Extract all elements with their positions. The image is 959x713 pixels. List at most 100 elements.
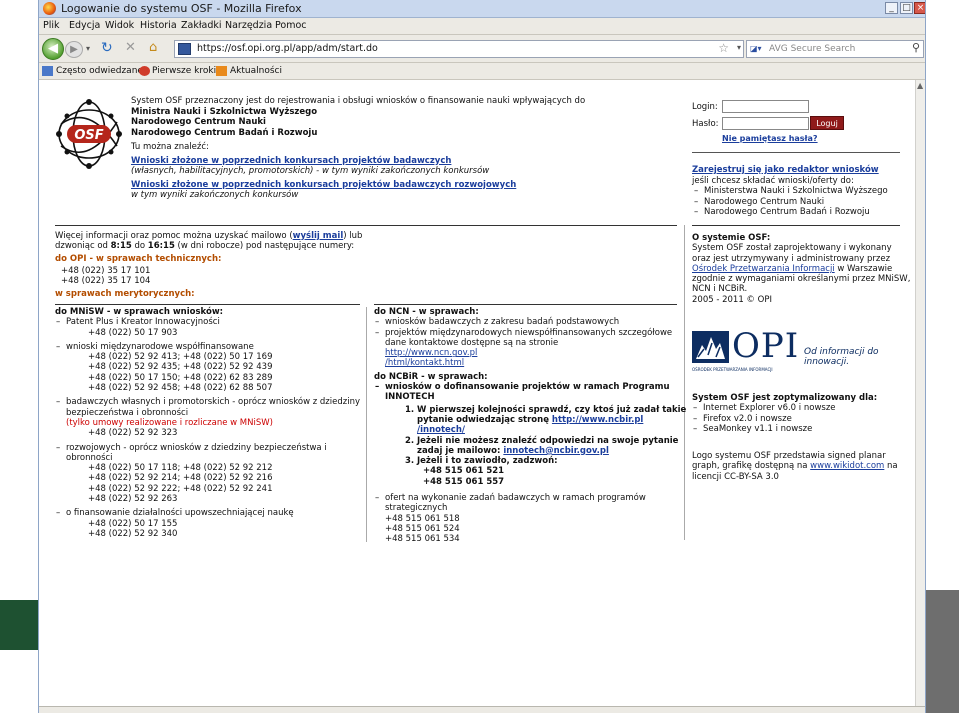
time-from: 8:15 bbox=[110, 241, 132, 252]
password-input[interactable] bbox=[722, 117, 809, 130]
logo-note: Logo systemu OSF przedstawia signed plan… bbox=[692, 451, 912, 482]
step-number: 2. bbox=[405, 435, 415, 446]
ncbir-innotech-link[interactable]: http://www.ncbir.pl bbox=[552, 415, 643, 425]
tech-support-heading: do OPI - w sprawach technicznych: bbox=[55, 253, 222, 264]
url-text[interactable]: https://osf.opi.org.pl/app/adm/start.do bbox=[197, 43, 378, 54]
avg-search-icon[interactable]: ◪▾ bbox=[750, 44, 763, 55]
phone-line: +48 515 061 524 bbox=[385, 523, 460, 534]
osf-logo: OSF bbox=[56, 99, 122, 169]
about-heading: O systemie OSF: bbox=[692, 233, 771, 243]
mnisw-item: Patent Plus i Kreator Innowacyjności +48… bbox=[55, 317, 360, 338]
password-label: Hasło: bbox=[692, 119, 719, 129]
url-bar[interactable]: https://osf.opi.org.pl/app/adm/start.do … bbox=[174, 40, 744, 58]
mnisw-item-title: rozwojowych - oprócz wniosków z dziedzin… bbox=[66, 442, 327, 463]
mnisw-heading: do MNiSW - w sprawach wniosków: bbox=[55, 307, 224, 317]
background-slide-left bbox=[0, 600, 40, 650]
rss-icon bbox=[216, 66, 227, 76]
scroll-up-icon[interactable]: ▲ bbox=[917, 81, 923, 90]
browser-window: Logowanie do systemu OSF - Mozilla Firef… bbox=[38, 0, 926, 713]
search-box[interactable]: ◪▾ AVG Secure Search ⚲ bbox=[746, 40, 924, 58]
bookmark-most-visited[interactable]: Często odwiedzane bbox=[56, 66, 143, 76]
search-placeholder[interactable]: AVG Secure Search bbox=[769, 44, 855, 54]
bookmark-star-icon[interactable]: ☆ bbox=[718, 41, 729, 55]
menu-history[interactable]: Historia bbox=[140, 20, 177, 31]
ncbir-item-title: ofert na wykonanie zadań badawczych w ra… bbox=[385, 493, 646, 514]
minimize-button[interactable]: _ bbox=[885, 2, 898, 14]
phone-line: +48 (022) 50 17 150; +48 (022) 62 83 289 bbox=[88, 372, 273, 383]
menu-file[interactable]: Plik bbox=[43, 20, 60, 31]
forward-button[interactable]: ▶ bbox=[65, 41, 83, 58]
forgot-password-link[interactable]: Nie pamiętasz hasła? bbox=[722, 134, 818, 143]
phone-line: +48 515 061 557 bbox=[423, 476, 505, 487]
phone-line: +48 515 061 521 bbox=[423, 466, 505, 477]
bookmark-getting-started[interactable]: Pierwsze kroki bbox=[152, 66, 216, 76]
stop-icon[interactable]: ✕ bbox=[125, 40, 136, 56]
previous-research-link[interactable]: Wnioski złożone w poprzednich konkursach… bbox=[131, 156, 451, 166]
ncbir-innotech-link-path[interactable]: /innotech/ bbox=[417, 425, 465, 435]
register-note: jeśli chcesz składać wnioski/oferty do: bbox=[692, 175, 854, 186]
ncbir-mail-link[interactable]: innotech@ncbir.gov.pl bbox=[503, 446, 609, 456]
login-button[interactable]: Loguj bbox=[810, 116, 844, 130]
site-identity-icon[interactable] bbox=[178, 43, 191, 55]
register-link[interactable]: Zarejestruj się jako redaktor wniosków bbox=[692, 165, 879, 175]
step-number: 1. bbox=[405, 404, 415, 415]
copyright: 2005 - 2011 © OPI bbox=[692, 294, 772, 305]
menu-bar: Plik Edycja Widok Historia Zakładki Narz… bbox=[39, 18, 925, 35]
opi-link[interactable]: Ośrodek Przetwarzania Informacji bbox=[692, 264, 835, 274]
previous-development-link[interactable]: Wnioski złożone w poprzednich konkursach… bbox=[131, 180, 516, 190]
divider bbox=[692, 225, 900, 226]
close-button[interactable]: × bbox=[914, 2, 925, 14]
maximize-button[interactable]: □ bbox=[900, 2, 913, 14]
url-dropdown-icon[interactable]: ▾ bbox=[737, 43, 741, 52]
status-bar bbox=[39, 706, 925, 713]
contact-text: do bbox=[131, 241, 148, 252]
menu-bookmarks[interactable]: Zakładki bbox=[181, 20, 222, 31]
reload-icon[interactable]: ↻ bbox=[101, 40, 113, 56]
login-input[interactable] bbox=[722, 100, 809, 113]
phone-line: +48 (022) 52 92 413; +48 (022) 50 17 169 bbox=[88, 352, 273, 363]
wikidot-link[interactable]: www.wikidot.com bbox=[810, 461, 884, 471]
bookmark-folder-icon bbox=[42, 66, 53, 76]
phone-line: +48 (022) 52 92 323 bbox=[88, 428, 178, 439]
tech-phone: +48 (022) 35 17 104 bbox=[61, 276, 151, 287]
opi-logo: OPI Od informacji do innowacji. OŚRODEK … bbox=[692, 326, 902, 372]
back-button[interactable]: ◀ bbox=[42, 38, 64, 60]
browser-item: Firefox v2.0 i nowsze bbox=[692, 414, 912, 425]
phone-line: +48 (022) 50 17 155 bbox=[88, 518, 178, 529]
phone-line: +48 (022) 50 17 118; +48 (022) 52 92 212 bbox=[88, 463, 273, 474]
firefox-icon bbox=[43, 2, 56, 15]
browser-item: SeaMonkey v1.1 i nowsze bbox=[692, 424, 912, 435]
mnisw-item: badawczych własnych i promotorskich - op… bbox=[55, 397, 360, 438]
ministry-name: Narodowego Centrum Nauki bbox=[131, 117, 266, 127]
search-icon[interactable]: ⚲ bbox=[912, 41, 920, 54]
contact-text: (w dni robocze) pod następujące numery: bbox=[174, 241, 355, 252]
step-text: Jeżeli i to zawiodło, zadzwoń: bbox=[417, 456, 558, 467]
phone-line: +48 (022) 52 92 263 bbox=[88, 494, 178, 505]
column-separator bbox=[366, 307, 367, 542]
osf-logo-text: OSF bbox=[74, 128, 103, 143]
find-here-label: Tu można znaleźć: bbox=[131, 142, 209, 152]
bookmark-latest-news[interactable]: Aktualności bbox=[230, 66, 282, 76]
mnisw-item: o finansowanie działalności upowszechnia… bbox=[55, 508, 360, 539]
home-icon[interactable]: ⌂ bbox=[149, 40, 157, 56]
menu-edit[interactable]: Edycja bbox=[69, 20, 100, 31]
menu-view[interactable]: Widok bbox=[105, 20, 134, 31]
vertical-scrollbar[interactable]: ▲ bbox=[915, 80, 925, 710]
page-content: OSF System OSF przeznaczony jest do reje… bbox=[39, 80, 915, 710]
ncbir-step: 2. Jeżeli nie możesz znaleźć odpowiedzi n… bbox=[405, 436, 689, 457]
phone-line: +48 (022) 52 92 214; +48 (022) 52 92 216 bbox=[88, 473, 273, 484]
send-mail-link[interactable]: wyślij mail bbox=[293, 231, 344, 241]
phone-line: +48 (022) 52 92 435; +48 (022) 52 92 439 bbox=[88, 362, 273, 373]
ministry-name: Ministra Nauki i Szkolnictwa Wyższego bbox=[131, 106, 318, 117]
ncn-link[interactable]: http://www.ncn.gov.pl bbox=[385, 348, 477, 358]
opi-logo-text: OPI bbox=[732, 326, 800, 366]
ncn-contact-link[interactable]: /html/kontakt.html bbox=[385, 358, 464, 368]
menu-tools[interactable]: Narzędzia bbox=[225, 20, 272, 31]
phone-line: +48 515 061 534 bbox=[385, 534, 460, 545]
history-dropdown-icon[interactable]: ▾ bbox=[86, 41, 90, 57]
about-section: O systemie OSF: System OSF został zaproj… bbox=[692, 233, 912, 305]
merit-heading: w sprawach merytorycznych: bbox=[55, 289, 195, 300]
ministry-name: Narodowego Centrum Badań i Rozwoju bbox=[131, 127, 318, 138]
menu-help[interactable]: Pomoc bbox=[275, 20, 307, 31]
ncn-item: wniosków badawczych z zakresu badań pods… bbox=[374, 317, 689, 328]
